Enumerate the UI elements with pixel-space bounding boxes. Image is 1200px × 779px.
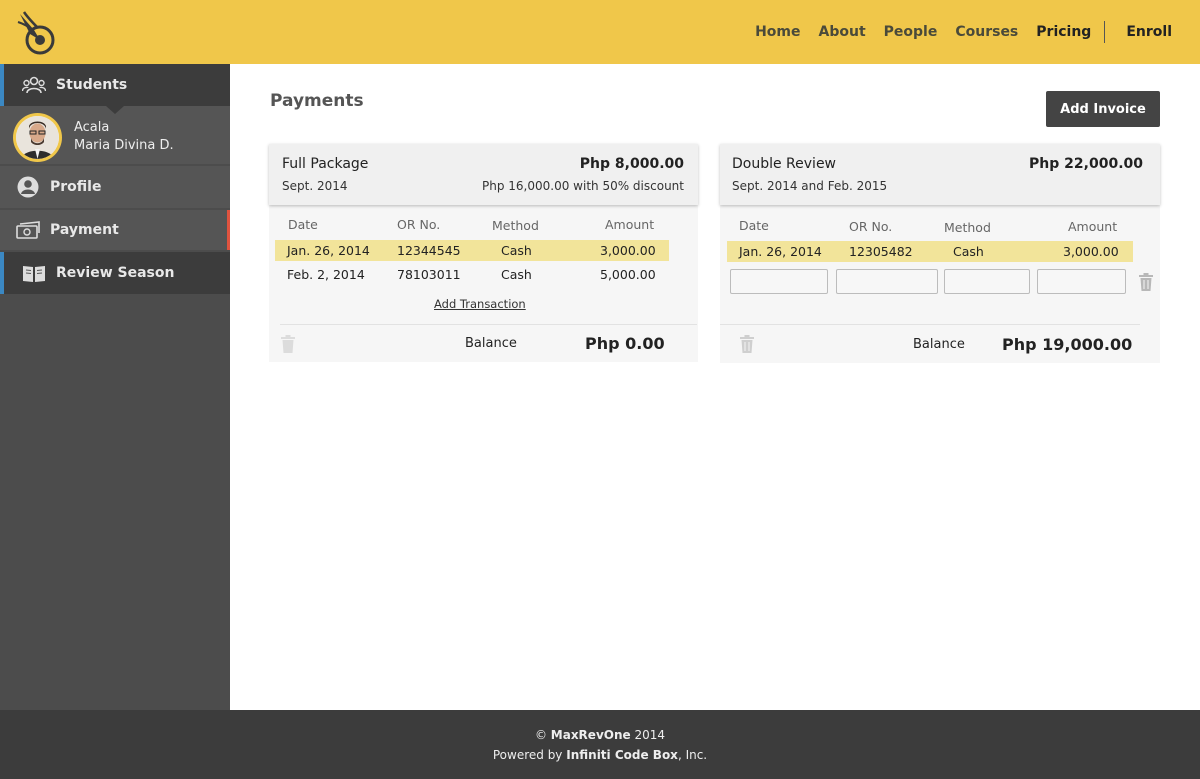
- sidebar-review-label: Review Season: [56, 265, 175, 281]
- divider: [280, 324, 697, 325]
- row-or-number: 12344545: [397, 243, 461, 258]
- footer-brand: MaxRevOne: [550, 728, 631, 742]
- column-header-or: OR No.: [849, 219, 893, 234]
- new-date-input[interactable]: [730, 269, 828, 294]
- balance-label: Balance: [913, 337, 965, 352]
- row-method: Cash: [501, 267, 532, 282]
- nav-enroll[interactable]: Enroll: [1126, 24, 1172, 40]
- row-amount: 5,000.00: [600, 267, 656, 282]
- invoice-card-full-package: Full Package Sept. 2014 Php 8,000.00 Php…: [269, 144, 698, 362]
- avatar-photo: [16, 116, 59, 159]
- users-icon: [22, 73, 46, 97]
- user-circle-icon: [16, 175, 40, 199]
- trash-icon[interactable]: [739, 335, 755, 353]
- sidebar: Students Acala Maria Divina D. Profile P…: [0, 64, 230, 710]
- column-header-amount: Amount: [1068, 219, 1118, 234]
- sidebar-students-label: Students: [56, 77, 128, 93]
- sidebar-item-students[interactable]: Students: [0, 64, 230, 106]
- book-icon: [22, 261, 46, 285]
- footer-powered-by: Powered by Infiniti Code Box, Inc.: [0, 748, 1200, 762]
- invoice-price: Php 8,000.00: [579, 156, 684, 172]
- invoice-name: Double Review: [732, 156, 837, 172]
- sidebar-item-profile[interactable]: Profile: [0, 166, 230, 208]
- divider: [720, 324, 1140, 325]
- column-header-amount: Amount: [605, 217, 655, 232]
- invoice-header: Full Package Sept. 2014 Php 8,000.00 Php…: [269, 144, 698, 205]
- footer-copyright: © MaxRevOne 2014: [0, 728, 1200, 742]
- column-header-method: Method: [944, 220, 991, 235]
- sidebar-profile-label: Profile: [50, 179, 102, 195]
- sidebar-payment-label: Payment: [50, 222, 119, 238]
- invoice-price: Php 22,000.00: [1029, 156, 1143, 172]
- invoice-period: Sept. 2014 and Feb. 2015: [732, 179, 888, 193]
- page-title: Payments: [270, 91, 364, 111]
- footer: © MaxRevOne 2014 Powered by Infiniti Cod…: [0, 710, 1200, 779]
- balance-label: Balance: [465, 336, 517, 351]
- nav-about[interactable]: About: [819, 24, 866, 40]
- student-last-name: Acala: [74, 120, 110, 135]
- sidebar-item-review-season[interactable]: Review Season: [0, 252, 230, 294]
- column-header-date: Date: [288, 217, 318, 232]
- main-nav: Home About People Courses Pricing Enroll: [737, 0, 1200, 64]
- invoice-header: Double Review Sept. 2014 and Feb. 2015 P…: [720, 144, 1160, 205]
- invoice-card-double-review: Double Review Sept. 2014 and Feb. 2015 P…: [720, 144, 1160, 363]
- nav-home[interactable]: Home: [755, 24, 800, 40]
- balance-value: Php 0.00: [585, 334, 665, 353]
- nav-courses[interactable]: Courses: [955, 24, 1018, 40]
- avatar[interactable]: [13, 113, 62, 162]
- add-transaction-link[interactable]: Add Transaction: [434, 297, 526, 311]
- nav-pricing[interactable]: Pricing: [1036, 24, 1091, 40]
- top-header: Home About People Courses Pricing Enroll: [0, 0, 1200, 64]
- row-date: Feb. 2, 2014: [287, 267, 365, 282]
- sidebar-item-payment[interactable]: Payment: [0, 210, 230, 250]
- invoice-name: Full Package: [282, 156, 369, 172]
- row-amount: 3,000.00: [1063, 244, 1119, 259]
- table-row[interactable]: Jan. 26, 2014 12344545 Cash 3,000.00: [275, 240, 669, 261]
- nav-separator: [1104, 21, 1106, 43]
- table-row[interactable]: Jan. 26, 2014 12305482 Cash 3,000.00: [727, 241, 1133, 262]
- invoice-discount-note: Php 16,000.00 with 50% discount: [482, 179, 684, 193]
- copyright-symbol: ©: [534, 728, 547, 742]
- row-amount: 3,000.00: [600, 243, 656, 258]
- add-invoice-button[interactable]: Add Invoice: [1046, 91, 1160, 127]
- row-date: Jan. 26, 2014: [287, 243, 370, 258]
- footer-company-suffix: , Inc.: [677, 748, 708, 762]
- footer-year: 2014: [634, 728, 666, 742]
- column-header-method: Method: [492, 218, 539, 233]
- row-method: Cash: [953, 244, 984, 259]
- row-or-number: 12305482: [849, 244, 913, 259]
- invoice-period: Sept. 2014: [282, 179, 348, 193]
- money-icon: [16, 218, 40, 242]
- new-amount-input[interactable]: [1037, 269, 1126, 294]
- trash-icon[interactable]: [1138, 273, 1154, 291]
- logo-icon[interactable]: [16, 10, 56, 56]
- row-method: Cash: [501, 243, 532, 258]
- column-header-date: Date: [739, 218, 769, 233]
- balance-value: Php 19,000.00: [1002, 335, 1133, 354]
- footer-company[interactable]: Infiniti Code Box: [566, 748, 678, 762]
- row-or-number: 78103011: [397, 267, 461, 282]
- active-caret: [106, 106, 124, 114]
- row-date: Jan. 26, 2014: [739, 244, 822, 259]
- powered-prefix: Powered by: [492, 748, 563, 762]
- column-header-or: OR No.: [397, 217, 441, 232]
- new-or-number-input[interactable]: [836, 269, 938, 294]
- table-row[interactable]: Feb. 2, 2014 78103011 Cash 5,000.00: [275, 264, 669, 285]
- student-first-name: Maria Divina D.: [74, 138, 174, 153]
- nav-people[interactable]: People: [884, 24, 938, 40]
- new-method-input[interactable]: [944, 269, 1030, 294]
- trash-icon[interactable]: [280, 335, 296, 353]
